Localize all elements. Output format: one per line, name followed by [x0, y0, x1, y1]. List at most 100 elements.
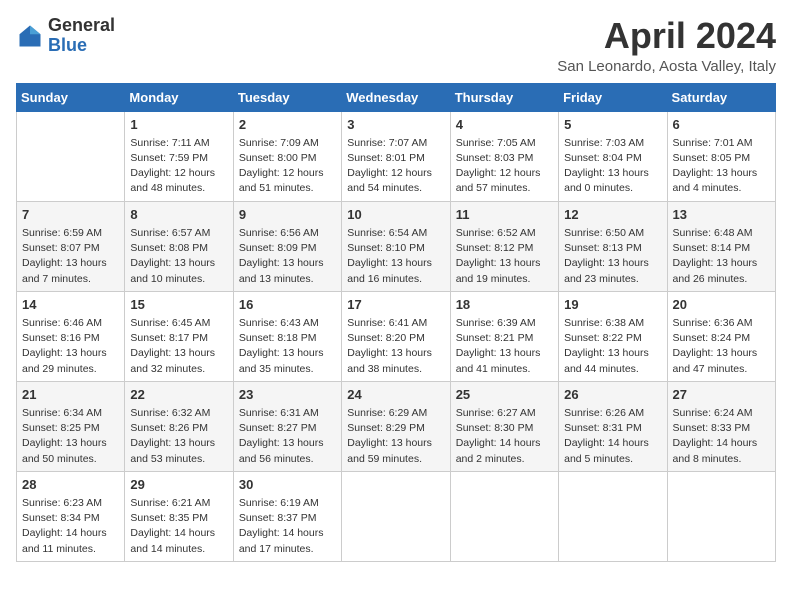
calendar-cell: [17, 111, 125, 201]
calendar-week-row: 28 Sunrise: 6:23 AM Sunset: 8:34 PM Dayli…: [17, 471, 776, 561]
logo-blue-text: Blue: [48, 36, 115, 56]
day-number: 27: [673, 386, 770, 404]
day-number: 9: [239, 206, 336, 224]
cell-sun-info: Sunrise: 6:59 AM Sunset: 8:07 PM Dayligh…: [22, 226, 119, 287]
weekday-header-row: SundayMondayTuesdayWednesdayThursdayFrid…: [17, 83, 776, 111]
calendar-week-row: 21 Sunrise: 6:34 AM Sunset: 8:25 PM Dayli…: [17, 381, 776, 471]
day-number: 22: [130, 386, 227, 404]
day-number: 21: [22, 386, 119, 404]
cell-sun-info: Sunrise: 6:26 AM Sunset: 8:31 PM Dayligh…: [564, 406, 661, 467]
calendar-cell: 17Sunrise: 6:41 AM Sunset: 8:20 PM Dayli…: [342, 291, 450, 381]
cell-sun-info: Sunrise: 7:11 AM Sunset: 7:59 PM Dayligh…: [130, 136, 227, 197]
day-number: 1: [130, 116, 227, 134]
day-number: 12: [564, 206, 661, 224]
calendar-table: SundayMondayTuesdayWednesdayThursdayFrid…: [16, 83, 776, 562]
cell-sun-info: Sunrise: 6:21 AM Sunset: 8:35 PM Dayligh…: [130, 496, 227, 557]
calendar-cell: 15 Sunrise: 6:45 AM Sunset: 8:17 PM Dayli…: [125, 291, 233, 381]
weekday-header-monday: Monday: [125, 83, 233, 111]
calendar-cell: 11 Sunrise: 6:52 AM Sunset: 8:12 PM Dayli…: [450, 201, 558, 291]
calendar-cell: 24 Sunrise: 6:29 AM Sunset: 8:29 PM Dayli…: [342, 381, 450, 471]
cell-sun-info: Sunrise: 7:01 AM Sunset: 8:05 PM Dayligh…: [673, 136, 770, 197]
cell-sun-info: Sunrise: 6:24 AM Sunset: 8:33 PM Dayligh…: [673, 406, 770, 467]
calendar-cell: 2Sunrise: 7:09 AM Sunset: 8:00 PM Daylig…: [233, 111, 341, 201]
calendar-cell: [667, 471, 775, 561]
calendar-cell: 22 Sunrise: 6:32 AM Sunset: 8:26 PM Dayli…: [125, 381, 233, 471]
month-year-title: April 2024: [557, 16, 776, 56]
day-number: 25: [456, 386, 553, 404]
calendar-cell: 4 Sunrise: 7:05 AM Sunset: 8:03 PM Daylig…: [450, 111, 558, 201]
day-number: 14: [22, 296, 119, 314]
calendar-cell: 9 Sunrise: 6:56 AM Sunset: 8:09 PM Daylig…: [233, 201, 341, 291]
cell-sun-info: Sunrise: 6:45 AM Sunset: 8:17 PM Dayligh…: [130, 316, 227, 377]
day-number: 19: [564, 296, 661, 314]
cell-sun-info: Sunrise: 7:05 AM Sunset: 8:03 PM Dayligh…: [456, 136, 553, 197]
calendar-cell: 19 Sunrise: 6:38 AM Sunset: 8:22 PM Dayli…: [559, 291, 667, 381]
cell-sun-info: Sunrise: 6:32 AM Sunset: 8:26 PM Dayligh…: [130, 406, 227, 467]
day-number: 24: [347, 386, 444, 404]
cell-sun-info: Sunrise: 7:09 AM Sunset: 8:00 PM Dayligh…: [239, 136, 336, 197]
weekday-header-thursday: Thursday: [450, 83, 558, 111]
day-number: 23: [239, 386, 336, 404]
calendar-cell: 28 Sunrise: 6:23 AM Sunset: 8:34 PM Dayli…: [17, 471, 125, 561]
cell-sun-info: Sunrise: 6:38 AM Sunset: 8:22 PM Dayligh…: [564, 316, 661, 377]
location-subtitle: San Leonardo, Aosta Valley, Italy: [557, 58, 776, 75]
calendar-cell: 25 Sunrise: 6:27 AM Sunset: 8:30 PM Dayli…: [450, 381, 558, 471]
logo-text: General Blue: [48, 16, 115, 56]
day-number: 29: [130, 476, 227, 494]
calendar-cell: 10Sunrise: 6:54 AM Sunset: 8:10 PM Dayli…: [342, 201, 450, 291]
calendar-cell: 8Sunrise: 6:57 AM Sunset: 8:08 PM Daylig…: [125, 201, 233, 291]
day-number: 3: [347, 116, 444, 134]
calendar-cell: 27 Sunrise: 6:24 AM Sunset: 8:33 PM Dayli…: [667, 381, 775, 471]
calendar-cell: 30 Sunrise: 6:19 AM Sunset: 8:37 PM Dayli…: [233, 471, 341, 561]
cell-sun-info: Sunrise: 6:56 AM Sunset: 8:09 PM Dayligh…: [239, 226, 336, 287]
calendar-cell: 6 Sunrise: 7:01 AM Sunset: 8:05 PM Daylig…: [667, 111, 775, 201]
day-number: 30: [239, 476, 336, 494]
calendar-cell: 5Sunrise: 7:03 AM Sunset: 8:04 PM Daylig…: [559, 111, 667, 201]
logo-general-text: General: [48, 16, 115, 36]
day-number: 8: [130, 206, 227, 224]
day-number: 28: [22, 476, 119, 494]
calendar-cell: [559, 471, 667, 561]
cell-sun-info: Sunrise: 6:34 AM Sunset: 8:25 PM Dayligh…: [22, 406, 119, 467]
calendar-cell: 21 Sunrise: 6:34 AM Sunset: 8:25 PM Dayli…: [17, 381, 125, 471]
cell-sun-info: Sunrise: 6:31 AM Sunset: 8:27 PM Dayligh…: [239, 406, 336, 467]
cell-sun-info: Sunrise: 6:19 AM Sunset: 8:37 PM Dayligh…: [239, 496, 336, 557]
calendar-cell: 14Sunrise: 6:46 AM Sunset: 8:16 PM Dayli…: [17, 291, 125, 381]
day-number: 17: [347, 296, 444, 314]
calendar-cell: 23 Sunrise: 6:31 AM Sunset: 8:27 PM Dayli…: [233, 381, 341, 471]
weekday-header-friday: Friday: [559, 83, 667, 111]
calendar-cell: 29 Sunrise: 6:21 AM Sunset: 8:35 PM Dayli…: [125, 471, 233, 561]
day-number: 6: [673, 116, 770, 134]
weekday-header-sunday: Sunday: [17, 83, 125, 111]
calendar-cell: 7 Sunrise: 6:59 AM Sunset: 8:07 PM Daylig…: [17, 201, 125, 291]
cell-sun-info: Sunrise: 7:07 AM Sunset: 8:01 PM Dayligh…: [347, 136, 444, 197]
cell-sun-info: Sunrise: 6:27 AM Sunset: 8:30 PM Dayligh…: [456, 406, 553, 467]
calendar-cell: 1 Sunrise: 7:11 AM Sunset: 7:59 PM Daylig…: [125, 111, 233, 201]
calendar-week-row: 7 Sunrise: 6:59 AM Sunset: 8:07 PM Daylig…: [17, 201, 776, 291]
day-number: 11: [456, 206, 553, 224]
calendar-cell: 26Sunrise: 6:26 AM Sunset: 8:31 PM Dayli…: [559, 381, 667, 471]
day-number: 16: [239, 296, 336, 314]
cell-sun-info: Sunrise: 6:39 AM Sunset: 8:21 PM Dayligh…: [456, 316, 553, 377]
day-number: 15: [130, 296, 227, 314]
day-number: 10: [347, 206, 444, 224]
cell-sun-info: Sunrise: 6:50 AM Sunset: 8:13 PM Dayligh…: [564, 226, 661, 287]
day-number: 7: [22, 206, 119, 224]
calendar-cell: 16 Sunrise: 6:43 AM Sunset: 8:18 PM Dayli…: [233, 291, 341, 381]
title-block: April 2024 San Leonardo, Aosta Valley, I…: [557, 16, 776, 75]
page-header: General Blue April 2024 San Leonardo, Ao…: [16, 16, 776, 75]
day-number: 4: [456, 116, 553, 134]
calendar-week-row: 1 Sunrise: 7:11 AM Sunset: 7:59 PM Daylig…: [17, 111, 776, 201]
weekday-header-wednesday: Wednesday: [342, 83, 450, 111]
calendar-cell: 18 Sunrise: 6:39 AM Sunset: 8:21 PM Dayli…: [450, 291, 558, 381]
logo: General Blue: [16, 16, 115, 56]
calendar-cell: [450, 471, 558, 561]
cell-sun-info: Sunrise: 6:29 AM Sunset: 8:29 PM Dayligh…: [347, 406, 444, 467]
day-number: 18: [456, 296, 553, 314]
cell-sun-info: Sunrise: 6:52 AM Sunset: 8:12 PM Dayligh…: [456, 226, 553, 287]
calendar-cell: 3 Sunrise: 7:07 AM Sunset: 8:01 PM Daylig…: [342, 111, 450, 201]
calendar-cell: 20Sunrise: 6:36 AM Sunset: 8:24 PM Dayli…: [667, 291, 775, 381]
cell-sun-info: Sunrise: 6:23 AM Sunset: 8:34 PM Dayligh…: [22, 496, 119, 557]
cell-sun-info: Sunrise: 6:43 AM Sunset: 8:18 PM Dayligh…: [239, 316, 336, 377]
day-number: 13: [673, 206, 770, 224]
